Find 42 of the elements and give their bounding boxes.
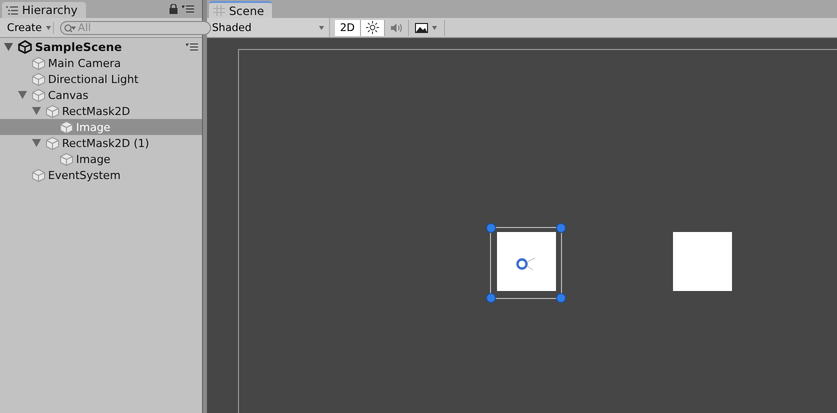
lock-icon[interactable]: [169, 4, 178, 14]
sun-icon: [366, 21, 379, 34]
hierarchy-item[interactable]: Canvas: [0, 87, 202, 103]
image-square: [673, 232, 732, 291]
cube-icon: [60, 152, 73, 166]
2d-toggle[interactable]: 2D: [335, 20, 361, 36]
hierarchy-item[interactable]: RectMask2D (1): [0, 135, 202, 151]
caret-icon: [319, 26, 324, 30]
search-field[interactable]: All: [60, 20, 211, 34]
grid-icon: [213, 5, 225, 16]
shading-dropdown[interactable]: Shaded: [207, 18, 330, 37]
hierarchy-item[interactable]: Main Camera: [0, 55, 202, 71]
hierarchy-item[interactable]: EventSystem: [0, 167, 202, 183]
cube-icon: [32, 56, 45, 70]
create-button[interactable]: Create: [5, 22, 54, 34]
hierarchy-tab[interactable]: Hierarchy: [2, 2, 86, 18]
menu-icon[interactable]: [182, 5, 194, 13]
expand-arrow-icon[interactable]: [32, 107, 41, 115]
cube-icon: [46, 136, 59, 150]
expand-arrow-icon[interactable]: [32, 139, 41, 147]
menu-icon[interactable]: [186, 43, 198, 51]
cube-icon: [46, 104, 59, 118]
speaker-icon: [390, 22, 403, 34]
cube-icon: [32, 168, 45, 182]
expand-arrow-icon[interactable]: [18, 91, 27, 99]
lighting-toggle[interactable]: [360, 20, 385, 36]
expand-arrow-icon[interactable]: [4, 43, 13, 51]
unity-logo-icon: [18, 40, 32, 54]
image-icon: [415, 22, 428, 32]
hierarchy-item[interactable]: RectMask2D: [0, 103, 202, 119]
pivot-icon[interactable]: [515, 256, 537, 272]
hierarchy-item[interactable]: Image: [0, 151, 202, 167]
scene-name[interactable]: SampleScene: [35, 40, 122, 54]
scene-tab[interactable]: Scene: [209, 1, 272, 18]
cube-icon: [32, 72, 45, 86]
cube-icon: [32, 88, 45, 102]
caret-icon: [46, 26, 51, 30]
caret-icon: [432, 26, 438, 30]
cube-icon: [60, 120, 73, 134]
hierarchy-item[interactable]: Directional Light: [0, 71, 202, 87]
list-icon: [6, 6, 18, 14]
image-square: [497, 232, 556, 291]
